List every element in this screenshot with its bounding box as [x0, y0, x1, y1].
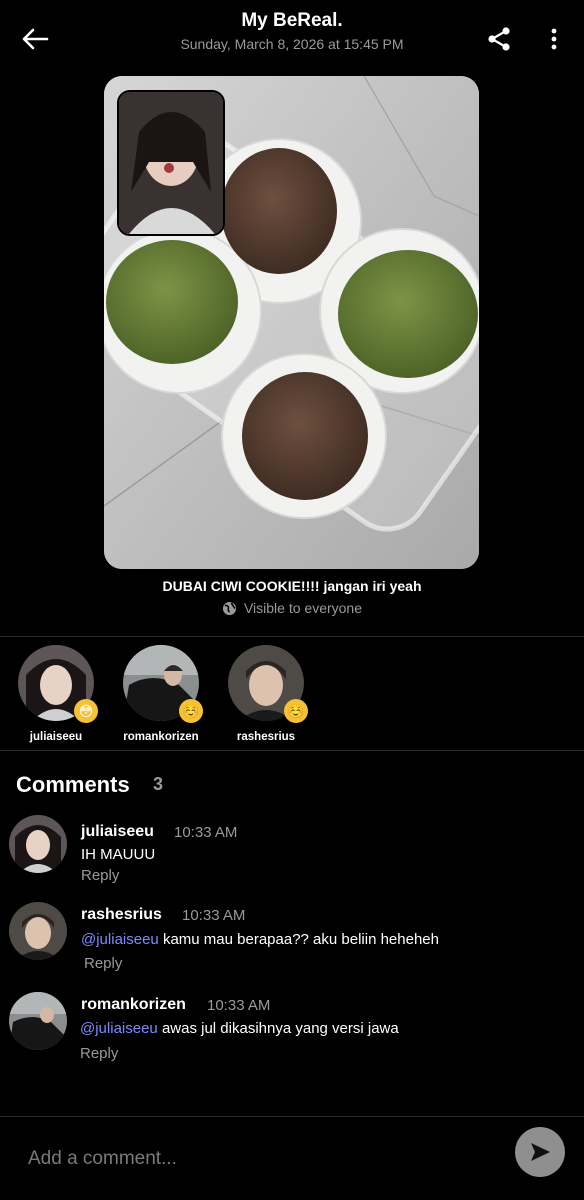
- comment-input[interactable]: [12, 1139, 498, 1179]
- reaction-username: rashesrius: [236, 731, 296, 743]
- comment-mention[interactable]: @juliaiseeu: [80, 1020, 158, 1037]
- reaction-juliaiseeu[interactable]: 😳 juliaiseeu: [6, 645, 106, 743]
- comment-text: @juliaiseeu kamu mau berapaa?? aku belii…: [81, 931, 439, 948]
- avatar: ☺️: [123, 645, 203, 723]
- avatar[interactable]: [9, 815, 67, 873]
- reaction-username: juliaiseeu: [29, 731, 83, 743]
- reaction-emoji: ☺️: [179, 699, 203, 723]
- comment-body: kamu mau berapaa?? aku beliin heheheh: [158, 931, 439, 948]
- comment-username[interactable]: romankorizen: [81, 996, 186, 1014]
- visibility-label: Visible to everyone: [0, 600, 584, 616]
- avatar: ☺️: [228, 645, 308, 723]
- send-button[interactable]: [515, 1127, 565, 1177]
- reaction-emoji: ☺️: [284, 699, 308, 723]
- selfie-photo: [119, 92, 223, 234]
- reply-button[interactable]: Reply: [80, 1045, 118, 1062]
- reaction-romankorizen[interactable]: ☺️ romankorizen: [111, 645, 211, 743]
- divider: [0, 750, 584, 751]
- reaction-emoji: 😳: [74, 699, 98, 723]
- comment-body: awas jul dikasihnya yang versi jawa: [157, 1020, 399, 1037]
- comment-text: IH MAUUU: [81, 846, 155, 863]
- avatar[interactable]: [9, 992, 67, 1050]
- comment-username[interactable]: juliaiseeu: [81, 823, 154, 841]
- comment-text: @juliaiseeu awas jul dikasihnya yang ver…: [80, 1020, 399, 1037]
- comment-body: IH MAUUU: [81, 846, 156, 863]
- reaction-username: romankorizen: [123, 731, 199, 743]
- comment-username[interactable]: rashesrius: [81, 906, 162, 924]
- comment-time: 10:33 AM: [207, 997, 271, 1014]
- divider: [0, 636, 584, 637]
- avatar[interactable]: [9, 902, 67, 960]
- comment-mention[interactable]: @juliaiseeu: [81, 931, 159, 948]
- comment-time: 10:33 AM: [182, 907, 246, 924]
- reply-button[interactable]: Reply: [81, 867, 119, 884]
- share-icon: [488, 27, 510, 51]
- more-vertical-icon: [551, 28, 557, 50]
- top-bar: My BeReal. Sunday, March 8, 2026 at 15:4…: [0, 0, 584, 70]
- more-options-button[interactable]: [540, 24, 568, 54]
- comments-count: 3: [153, 774, 164, 794]
- comment-time: 10:33 AM: [174, 824, 238, 841]
- front-camera-selfie[interactable]: [117, 90, 225, 236]
- post-caption: DUBAI CIWI COOKIE!!!! jangan iri yeah: [162, 578, 422, 594]
- send-icon: [531, 1143, 550, 1161]
- share-button[interactable]: [484, 24, 514, 54]
- visibility-text: Visible to everyone: [243, 600, 363, 616]
- comments-title: Comments: [16, 772, 130, 797]
- avatar: 😳: [18, 645, 98, 723]
- comment-input-bar: [0, 1117, 584, 1200]
- globe-icon: [222, 601, 237, 615]
- reaction-rashesrius[interactable]: ☺️ rashesrius: [216, 645, 316, 743]
- reply-button[interactable]: Reply: [84, 955, 122, 972]
